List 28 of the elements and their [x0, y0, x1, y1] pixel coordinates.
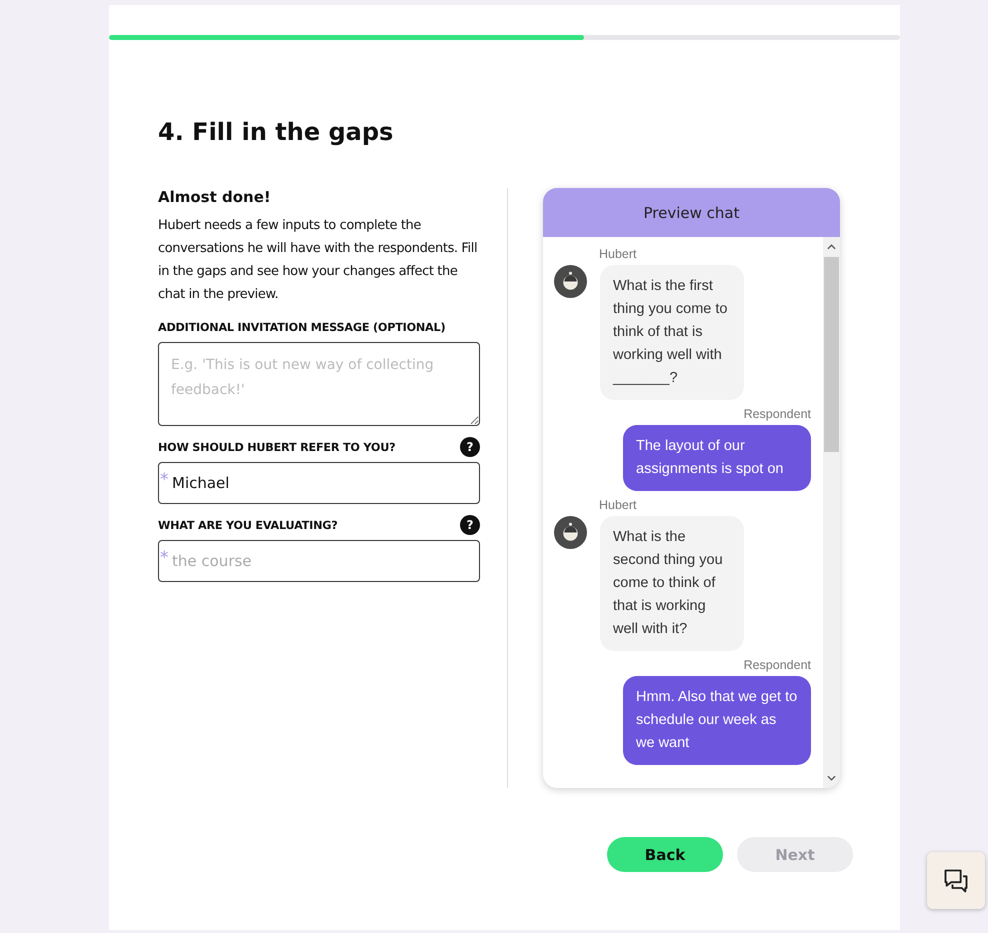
- sender-name: Hubert: [598, 498, 638, 512]
- required-mark: *: [160, 550, 168, 567]
- intro-text: Hubert needs a few inputs to complete the conversations he will have with the respondents. Fill in the gaps and see how your changes affect the chat in the preview.: [158, 217, 478, 304]
- chat-icon: [942, 866, 970, 894]
- sender-name: Hubert: [598, 247, 638, 261]
- bot-avatar-icon: [554, 265, 587, 298]
- back-button[interactable]: Back: [607, 837, 723, 872]
- required-mark: *: [160, 472, 168, 489]
- chat-header: Preview chat: [543, 188, 840, 237]
- field-label: WHAT ARE YOU EVALUATING?: [158, 518, 338, 532]
- field-label: HOW SHOULD HUBERT REFER TO YOU?: [158, 440, 396, 454]
- feedback-button[interactable]: [927, 852, 985, 909]
- chat-bubble: What is the second thing you come to think of that is working well with it?: [600, 516, 744, 651]
- page-title: 4. Fill in the gaps: [158, 118, 394, 146]
- bot-avatar-icon: [554, 516, 587, 549]
- chat-bubble: What is the first thing you come to think of that is working well with _______?: [600, 265, 744, 400]
- help-icon[interactable]: ?: [460, 437, 480, 457]
- sender-name: Respondent: [742, 407, 811, 421]
- chat-bubble: Hmm. Also that we get to schedule our week as we want: [623, 676, 811, 765]
- sender-name: Respondent: [742, 658, 811, 672]
- scroll-up-icon[interactable]: [827, 244, 836, 250]
- intro-heading: Almost done!: [158, 188, 272, 206]
- scroll-down-icon[interactable]: [827, 775, 836, 781]
- field-label: ADDITIONAL INVITATION MESSAGE (OPTIONAL): [158, 320, 446, 334]
- help-icon[interactable]: ?: [460, 515, 480, 535]
- chat-bubble: The layout of our assignments is spot on: [623, 425, 811, 491]
- scrollbar-thumb[interactable]: [824, 257, 839, 452]
- message-field[interactable]: E.g. 'This is out new way of collecting feedback!': [158, 342, 480, 426]
